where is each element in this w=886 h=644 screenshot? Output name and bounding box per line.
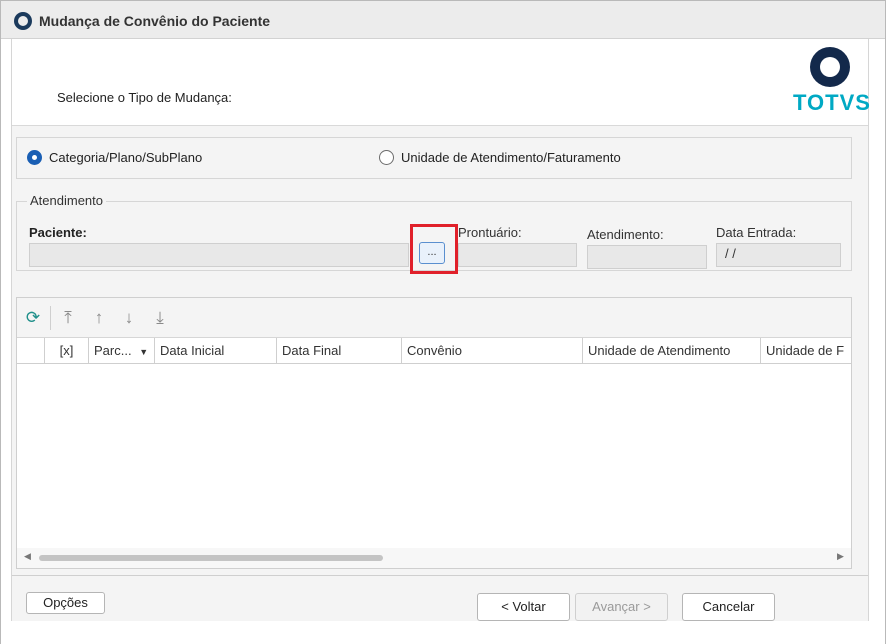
- totvs-logo: TOTVS: [790, 47, 870, 117]
- radio-label: Unidade de Atendimento/Faturamento: [401, 150, 621, 165]
- radio-label: Categoria/Plano/SubPlano: [49, 150, 203, 165]
- prontuario-field[interactable]: [458, 243, 577, 267]
- dialog-window: Mudança de Convênio do Paciente Selecion…: [0, 0, 886, 644]
- radio-unidade-atendimento[interactable]: Unidade de Atendimento/Faturamento: [379, 150, 621, 165]
- column-header-unidade-faturamento[interactable]: Unidade de F: [761, 338, 851, 364]
- scroll-left-icon[interactable]: ◀: [24, 551, 31, 562]
- column-header-selected[interactable]: [x]: [45, 338, 89, 364]
- atendimento-label: Atendimento:: [587, 227, 664, 242]
- group-legend: Atendimento: [27, 193, 106, 208]
- column-header-convenio[interactable]: Convênio: [402, 338, 583, 364]
- data-entrada-label: Data Entrada:: [716, 225, 797, 240]
- scroll-right-icon[interactable]: ▶: [837, 551, 844, 562]
- column-header-data-final[interactable]: Data Final: [277, 338, 402, 364]
- change-type-panel: Categoria/Plano/SubPlano Unidade de Aten…: [16, 137, 852, 179]
- paciente-field[interactable]: [29, 243, 409, 267]
- back-button[interactable]: < Voltar: [477, 593, 570, 621]
- column-header-data-inicial[interactable]: Data Inicial: [155, 338, 277, 364]
- window-title: Mudança de Convênio do Paciente: [39, 13, 271, 29]
- app-icon: [14, 12, 32, 30]
- next-button[interactable]: Avançar >: [575, 593, 668, 621]
- data-entrada-field[interactable]: / /: [716, 243, 841, 267]
- logo-mark-icon: [810, 47, 850, 87]
- logo-text: TOTVS: [793, 90, 871, 115]
- grid-header: [x] Parc... ▼ Data Inicial Data Final Co…: [17, 338, 851, 364]
- dialog-footer: Opções < Voltar Avançar > Cancelar: [12, 575, 868, 621]
- convenio-grid: ⟳ ⤒ ↑ ↓ ⤓ [x] Parc... ▼ Data Inicial Dat…: [16, 297, 852, 569]
- scrollbar-thumb[interactable]: [39, 555, 383, 561]
- radio-categoria-plano[interactable]: Categoria/Plano/SubPlano: [27, 150, 202, 165]
- select-type-label: Selecione o Tipo de Mudança:: [57, 90, 232, 105]
- prontuario-label: Prontuário:: [458, 225, 522, 240]
- toolbar-divider: [50, 306, 51, 330]
- move-down-icon[interactable]: ↓: [119, 308, 139, 328]
- move-to-top-icon[interactable]: ⤒: [58, 308, 78, 328]
- column-header-parcela[interactable]: Parc... ▼: [89, 338, 155, 364]
- cancel-button[interactable]: Cancelar: [682, 593, 775, 621]
- radio-unchecked-icon[interactable]: [379, 150, 394, 165]
- column-header-label: Parc...: [94, 343, 132, 358]
- paciente-label: Paciente:: [29, 225, 87, 240]
- move-to-bottom-icon[interactable]: ⤓: [150, 308, 170, 328]
- refresh-icon[interactable]: ⟳: [23, 308, 43, 328]
- grid-toolbar: ⟳ ⤒ ↑ ↓ ⤓: [17, 298, 851, 338]
- radio-checked-icon[interactable]: [27, 150, 42, 165]
- grid-body: [17, 364, 851, 548]
- column-row-indicator: [17, 338, 45, 364]
- options-button[interactable]: Opções: [26, 592, 105, 614]
- move-up-icon[interactable]: ↑: [89, 308, 109, 328]
- header-area: Selecione o Tipo de Mudança: TOTVS: [12, 39, 870, 126]
- column-header-unidade-atendimento[interactable]: Unidade de Atendimento: [583, 338, 761, 364]
- title-bar: Mudança de Convênio do Paciente: [1, 1, 885, 39]
- window-bottom-margin: [1, 621, 885, 644]
- sort-dropdown-icon[interactable]: ▼: [139, 347, 148, 357]
- dialog-content: Selecione o Tipo de Mudança: TOTVS Categ…: [11, 39, 870, 621]
- horizontal-scrollbar[interactable]: ◀ ▶: [17, 548, 851, 568]
- atendimento-field[interactable]: [587, 245, 707, 269]
- patient-lookup-button[interactable]: ...: [419, 242, 445, 264]
